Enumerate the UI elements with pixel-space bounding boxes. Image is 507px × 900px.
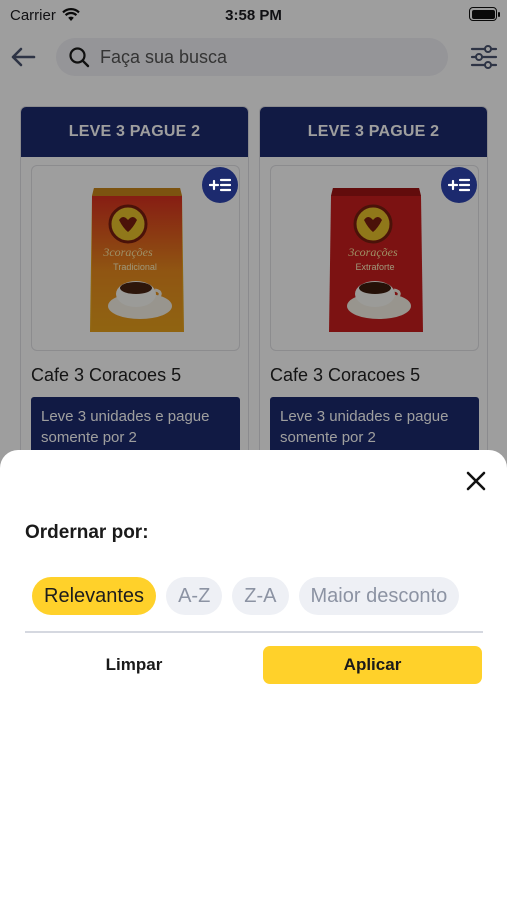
sort-option-relevantes[interactable]: Relevantes	[32, 577, 157, 615]
close-button[interactable]	[461, 466, 491, 496]
clear-button[interactable]: Limpar	[25, 646, 243, 684]
sort-options: Relevantes A-Z Z-A Maior desconto	[32, 577, 482, 615]
divider	[25, 631, 483, 633]
add-to-list-button[interactable]	[441, 167, 477, 203]
close-icon	[466, 471, 486, 491]
sort-option-maior-desconto[interactable]: Maior desconto	[298, 577, 460, 615]
apply-button[interactable]: Aplicar	[263, 646, 482, 684]
sort-bottom-sheet: Ordernar por: Relevantes A-Z Z-A Maior desc…	[0, 450, 507, 900]
add-to-list-button[interactable]	[202, 167, 238, 203]
add-list-icon	[448, 178, 470, 192]
add-list-icon	[209, 178, 231, 192]
sort-option-a-z[interactable]: A-Z	[166, 577, 223, 615]
sort-title: Ordernar por:	[25, 522, 149, 543]
sort-option-z-a[interactable]: Z-A	[232, 577, 289, 615]
